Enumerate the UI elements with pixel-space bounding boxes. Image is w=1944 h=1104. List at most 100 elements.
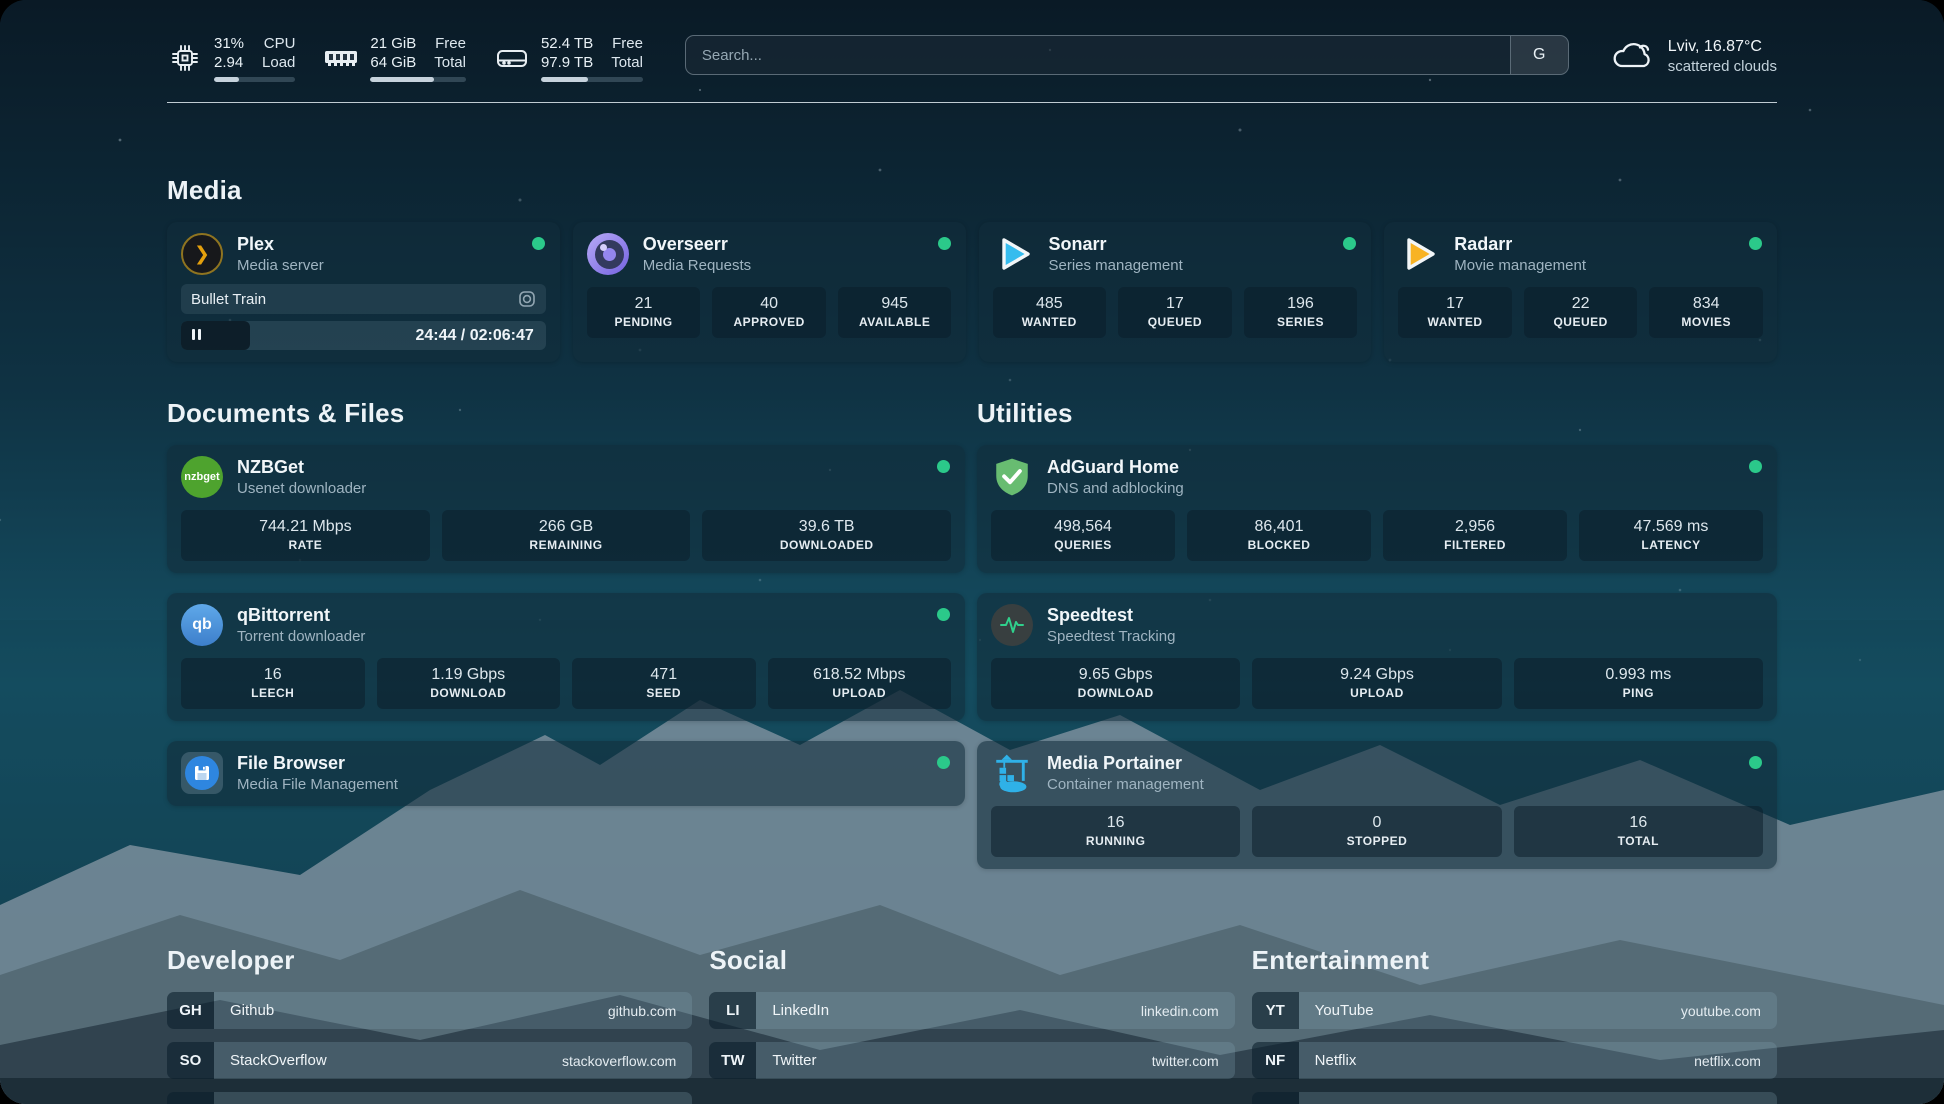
- bookmark-abbr: YT: [1252, 992, 1299, 1029]
- bookmark-reddit[interactable]: RE Reddit reddit.com: [1252, 1092, 1777, 1104]
- developer-column: Developer GH Github github.com SO StackO…: [167, 945, 692, 1104]
- bookmark-linkedin[interactable]: LI LinkedIn linkedin.com: [709, 992, 1234, 1029]
- section-title-developer: Developer: [167, 945, 692, 976]
- bookmark-name: LinkedIn: [772, 1002, 829, 1019]
- stat-queued: 17QUEUED: [1118, 287, 1232, 338]
- memory-icon: [323, 45, 359, 71]
- disk-progressbar: [541, 77, 643, 82]
- bookmark-url: github.com: [608, 1003, 676, 1019]
- adguard-card[interactable]: AdGuard Home DNS and adblocking 498,564Q…: [977, 445, 1777, 573]
- nzbget-card[interactable]: nzbget NZBGet Usenet downloader 744.21 M…: [167, 445, 965, 573]
- speedtest-icon: [991, 604, 1033, 646]
- plex-icon: ❯: [181, 233, 223, 275]
- memory-progressbar: [370, 77, 466, 82]
- filebrowser-status-dot: [937, 756, 950, 769]
- bookmark-name: Netflix: [1315, 1052, 1357, 1069]
- nzbget-icon: nzbget: [181, 456, 223, 498]
- bookmark-dev[interactable]: DT DEV dev.to: [167, 1092, 692, 1104]
- radarr-card[interactable]: Radarr Movie management 17WANTED 22QUEUE…: [1384, 222, 1777, 362]
- stat-rate: 744.21 MbpsRATE: [181, 510, 430, 561]
- overseerr-title: Overseerr: [643, 233, 751, 256]
- speedtest-title: Speedtest: [1047, 604, 1175, 627]
- radarr-icon: [1398, 233, 1440, 275]
- bookmark-stackoverflow[interactable]: SO StackOverflow stackoverflow.com: [167, 1042, 692, 1079]
- stat-movies: 834MOVIES: [1649, 287, 1763, 338]
- adguard-subtitle: DNS and adblocking: [1047, 479, 1184, 498]
- speedtest-card[interactable]: Speedtest Speedtest Tracking 9.65 GbpsDO…: [977, 593, 1777, 721]
- stat-download: 1.19 GbpsDOWNLOAD: [377, 658, 561, 709]
- memory-free-label: Free: [434, 34, 466, 53]
- bookmark-abbr: LI: [709, 992, 756, 1029]
- bookmark-abbr: DT: [167, 1092, 214, 1104]
- memory-free: 21 GiB: [370, 34, 416, 53]
- plex-progressbar: 24:44 / 02:06:47: [181, 321, 546, 350]
- bookmark-github[interactable]: GH Github github.com: [167, 992, 692, 1029]
- memory-widget: 21 GiB 64 GiB Free Total: [323, 34, 466, 82]
- utilities-column: Utilities AdGuard Home DNS and adblockin…: [977, 398, 1777, 889]
- disk-widget: 52.4 TB 97.9 TB Free Total: [494, 34, 643, 82]
- plex-status-dot: [532, 237, 545, 250]
- cpu-label: CPU: [262, 34, 295, 53]
- topbar: 31% 2.94 CPU Load: [167, 34, 1777, 82]
- documents-column: Documents & Files nzbget NZBGet Usenet d…: [167, 398, 965, 889]
- portainer-crane-icon: [991, 752, 1033, 794]
- cpu-icon: [167, 42, 203, 74]
- media-card-row: ❯ Plex Media server Bullet Train: [167, 222, 1777, 362]
- stat-leech: 16LEECH: [181, 658, 365, 709]
- portainer-card[interactable]: Media Portainer Container management 16R…: [977, 741, 1777, 869]
- memory-total-label: Total: [434, 53, 466, 72]
- disk-free: 52.4 TB: [541, 34, 593, 53]
- weather-condition: scattered clouds: [1668, 57, 1777, 76]
- stat-pending: 21PENDING: [587, 287, 701, 338]
- media-type-icon: [518, 290, 536, 308]
- cpu-load-label: Load: [262, 53, 295, 72]
- now-playing-title: Bullet Train: [191, 291, 266, 308]
- weather-widget[interactable]: Lviv, 16.87°C scattered clouds: [1609, 36, 1777, 76]
- plex-card[interactable]: ❯ Plex Media server Bullet Train: [167, 222, 560, 362]
- stat-approved: 40APPROVED: [712, 287, 826, 338]
- qbittorrent-card[interactable]: qb qBittorrent Torrent downloader 16LEEC…: [167, 593, 965, 721]
- overseerr-status-dot: [938, 237, 951, 250]
- stat-remaining: 266 GBREMAINING: [442, 510, 691, 561]
- radarr-title: Radarr: [1454, 233, 1586, 256]
- overseerr-card[interactable]: Overseerr Media Requests 21PENDING 40APP…: [573, 222, 966, 362]
- adguard-icon: [991, 456, 1033, 498]
- filebrowser-title: File Browser: [237, 752, 398, 775]
- qbittorrent-status-dot: [937, 608, 950, 621]
- filebrowser-icon: [181, 752, 223, 794]
- speedtest-subtitle: Speedtest Tracking: [1047, 627, 1175, 646]
- disk-total-label: Total: [611, 53, 643, 72]
- plex-now-playing: Bullet Train: [181, 284, 546, 314]
- radarr-subtitle: Movie management: [1454, 256, 1586, 275]
- sonarr-card[interactable]: Sonarr Series management 485WANTED 17QUE…: [979, 222, 1372, 362]
- plex-playback-time: 24:44 / 02:06:47: [415, 327, 545, 345]
- bookmark-url: stackoverflow.com: [562, 1053, 676, 1069]
- stat-filtered: 2,956FILTERED: [1383, 510, 1567, 561]
- cpu-widget: 31% 2.94 CPU Load: [167, 34, 295, 82]
- portainer-status-dot: [1749, 756, 1762, 769]
- filebrowser-card[interactable]: File Browser Media File Management: [167, 741, 965, 806]
- search-input[interactable]: [686, 36, 1510, 74]
- section-title-documents: Documents & Files: [167, 398, 965, 429]
- stat-seed: 471SEED: [572, 658, 756, 709]
- filebrowser-subtitle: Media File Management: [237, 775, 398, 794]
- cpu-load: 2.94: [214, 53, 244, 72]
- bookmark-abbr: TW: [709, 1042, 756, 1079]
- cpu-percent: 31%: [214, 34, 244, 53]
- qbittorrent-title: qBittorrent: [237, 604, 365, 627]
- stat-stopped: 0STOPPED: [1252, 806, 1501, 857]
- bookmark-abbr: NF: [1252, 1042, 1299, 1079]
- disk-total: 97.9 TB: [541, 53, 593, 72]
- search-provider-button[interactable]: G: [1510, 36, 1568, 74]
- plex-progress-fill: [181, 321, 250, 350]
- stat-wanted: 485WANTED: [993, 287, 1107, 338]
- bookmark-url: twitter.com: [1152, 1053, 1219, 1069]
- bookmark-youtube[interactable]: YT YouTube youtube.com: [1252, 992, 1777, 1029]
- stat-latency: 47.569 msLATENCY: [1579, 510, 1763, 561]
- stat-wanted: 17WANTED: [1398, 287, 1512, 338]
- social-column: Social LI LinkedIn linkedin.com TW Twitt…: [709, 945, 1234, 1104]
- bookmark-netflix[interactable]: NF Netflix netflix.com: [1252, 1042, 1777, 1079]
- bookmark-twitter[interactable]: TW Twitter twitter.com: [709, 1042, 1234, 1079]
- pause-icon[interactable]: [192, 327, 204, 345]
- portainer-title: Media Portainer: [1047, 752, 1204, 775]
